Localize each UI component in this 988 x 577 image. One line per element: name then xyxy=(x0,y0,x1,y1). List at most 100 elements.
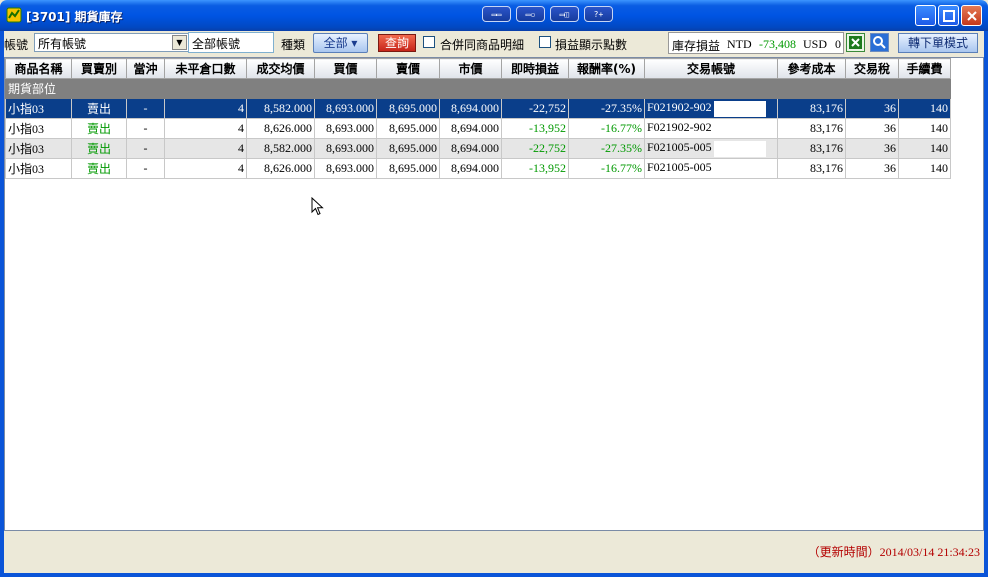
cell-open-qty: 4 xyxy=(164,118,247,139)
cell-tax: 36 xyxy=(845,118,899,139)
maximize-button[interactable] xyxy=(938,5,959,26)
points-checkbox[interactable] xyxy=(539,36,551,48)
positions-grid: 商品名稱 買賣別 當沖 未平倉口數 成交均價 買價 賣價 市價 即時損益 報酬率… xyxy=(4,57,984,531)
window-frame-right xyxy=(984,31,988,577)
redaction-block xyxy=(713,120,766,137)
cell-account: F021902-902 xyxy=(644,98,778,119)
table-row[interactable]: 小指03 賣出 - 4 8,582.000 8,693.000 8,695.00… xyxy=(5,138,951,159)
cell-avg-price: 8,626.000 xyxy=(246,118,315,139)
cell-market: 8,694.000 xyxy=(439,138,502,159)
update-time: （更新時間）2014/03/14 21:34:23 xyxy=(807,545,980,559)
type-dropdown-button[interactable]: 全部 ▾ xyxy=(313,33,368,53)
col-product[interactable]: 商品名稱 xyxy=(5,58,72,79)
ntd-label: NTD xyxy=(727,37,752,51)
window-title: [3701] 期貨庫存 xyxy=(26,10,123,24)
account-select[interactable]: 所有帳號 ▼ xyxy=(34,33,189,52)
cell-side: 賣出 xyxy=(71,118,127,139)
col-ask[interactable]: 賣價 xyxy=(376,58,440,79)
search-icon[interactable] xyxy=(870,33,889,52)
col-daytrade[interactable]: 當沖 xyxy=(126,58,165,79)
cell-pnl: -22,752 xyxy=(501,138,569,159)
merge-label: 合併同商品明細 xyxy=(440,38,525,52)
layout-icon[interactable]: ▭▭ xyxy=(482,6,511,22)
cell-bid: 8,693.000 xyxy=(314,118,377,139)
minimize-button[interactable] xyxy=(915,5,936,26)
table-row[interactable]: 小指03 賣出 - 4 8,626.000 8,693.000 8,695.00… xyxy=(5,118,951,139)
close-button[interactable] xyxy=(961,5,982,26)
cell-product: 小指03 xyxy=(5,138,72,159)
order-mode-button[interactable]: 轉下單模式 xyxy=(898,33,978,53)
cell-product: 小指03 xyxy=(5,118,72,139)
cell-return: -16.77% xyxy=(568,118,645,139)
cell-market: 8,694.000 xyxy=(439,118,502,139)
cell-daytrade: - xyxy=(126,98,165,119)
cell-account: F021005-005 xyxy=(644,158,778,179)
points-label: 損益顯示點數 xyxy=(555,38,628,52)
col-side[interactable]: 買賣別 xyxy=(71,58,127,79)
cell-ref-cost: 83,176 xyxy=(777,138,846,159)
cell-daytrade: - xyxy=(126,138,165,159)
cell-pnl: -13,952 xyxy=(501,118,569,139)
cell-ref-cost: 83,176 xyxy=(777,118,846,139)
query-button[interactable]: 查詢 xyxy=(378,34,416,52)
cell-fee: 140 xyxy=(898,158,951,179)
cell-avg-price: 8,626.000 xyxy=(246,158,315,179)
col-return[interactable]: 報酬率(%) xyxy=(568,58,645,79)
cell-ask: 8,695.000 xyxy=(376,158,440,179)
cell-product: 小指03 xyxy=(5,158,72,179)
cell-bid: 8,693.000 xyxy=(314,158,377,179)
cell-tax: 36 xyxy=(845,138,899,159)
excel-export-icon[interactable] xyxy=(846,33,865,52)
cell-tax: 36 xyxy=(845,158,899,179)
cell-market: 8,694.000 xyxy=(439,158,502,179)
cell-return: -16.77% xyxy=(568,158,645,179)
col-account[interactable]: 交易帳號 xyxy=(644,58,778,79)
table-row[interactable]: 小指03 賣出 - 4 8,582.000 8,693.000 8,695.00… xyxy=(5,98,951,119)
cell-ask: 8,695.000 xyxy=(376,98,440,119)
table-row[interactable]: 小指03 賣出 - 4 8,626.000 8,693.000 8,695.00… xyxy=(5,158,951,179)
merge-checkbox[interactable] xyxy=(423,36,435,48)
snapshot-icon[interactable]: ▭◫ xyxy=(550,6,579,22)
pl-summary: 庫存損益 NTD -73,408 USD 0 xyxy=(668,32,844,54)
group-row: 期貨部位 xyxy=(5,78,951,99)
account-label: 帳號 xyxy=(4,38,29,52)
cell-fee: 140 xyxy=(898,98,951,119)
cell-fee: 140 xyxy=(898,118,951,139)
cell-product: 小指03 xyxy=(5,98,72,119)
window-frame-bottom xyxy=(0,573,988,577)
minimize-icon xyxy=(922,18,929,20)
col-pnl[interactable]: 即時損益 xyxy=(501,58,569,79)
col-avg-price[interactable]: 成交均價 xyxy=(246,58,315,79)
chevron-down-icon[interactable]: ▼ xyxy=(172,35,187,50)
type-dropdown-value: 全部 xyxy=(323,36,348,50)
cell-avg-price: 8,582.000 xyxy=(246,98,315,119)
close-icon xyxy=(967,11,977,21)
cell-ask: 8,695.000 xyxy=(376,118,440,139)
col-bid[interactable]: 買價 xyxy=(314,58,377,79)
cell-bid: 8,693.000 xyxy=(314,138,377,159)
redaction-block xyxy=(713,140,766,157)
caret-down-icon: ▾ xyxy=(347,36,358,50)
col-tax[interactable]: 交易稅 xyxy=(845,58,899,79)
cell-avg-price: 8,582.000 xyxy=(246,138,315,159)
cell-ask: 8,695.000 xyxy=(376,138,440,159)
app-icon xyxy=(6,7,22,23)
cell-pnl: -13,952 xyxy=(501,158,569,179)
cell-daytrade: - xyxy=(126,118,165,139)
col-ref-cost[interactable]: 參考成本 xyxy=(777,58,846,79)
window-icon[interactable]: ▭▫ xyxy=(516,6,545,22)
col-market[interactable]: 市價 xyxy=(439,58,502,79)
positions-table: 商品名稱 買賣別 當沖 未平倉口數 成交均價 買價 賣價 市價 即時損益 報酬率… xyxy=(5,58,951,179)
cell-daytrade: - xyxy=(126,158,165,179)
cell-pnl: -22,752 xyxy=(501,98,569,119)
redaction-block xyxy=(713,160,766,177)
help-icon[interactable]: ?+ xyxy=(584,6,613,22)
cell-tax: 36 xyxy=(845,98,899,119)
account-text-field[interactable]: 全部帳號 xyxy=(188,32,274,53)
col-fee[interactable]: 手續費 xyxy=(898,58,951,79)
pl-label: 庫存損益 xyxy=(672,39,721,53)
mouse-cursor-icon xyxy=(311,197,324,216)
col-open-qty[interactable]: 未平倉口數 xyxy=(164,58,247,79)
account-select-value: 所有帳號 xyxy=(38,37,87,51)
cell-bid: 8,693.000 xyxy=(314,98,377,119)
